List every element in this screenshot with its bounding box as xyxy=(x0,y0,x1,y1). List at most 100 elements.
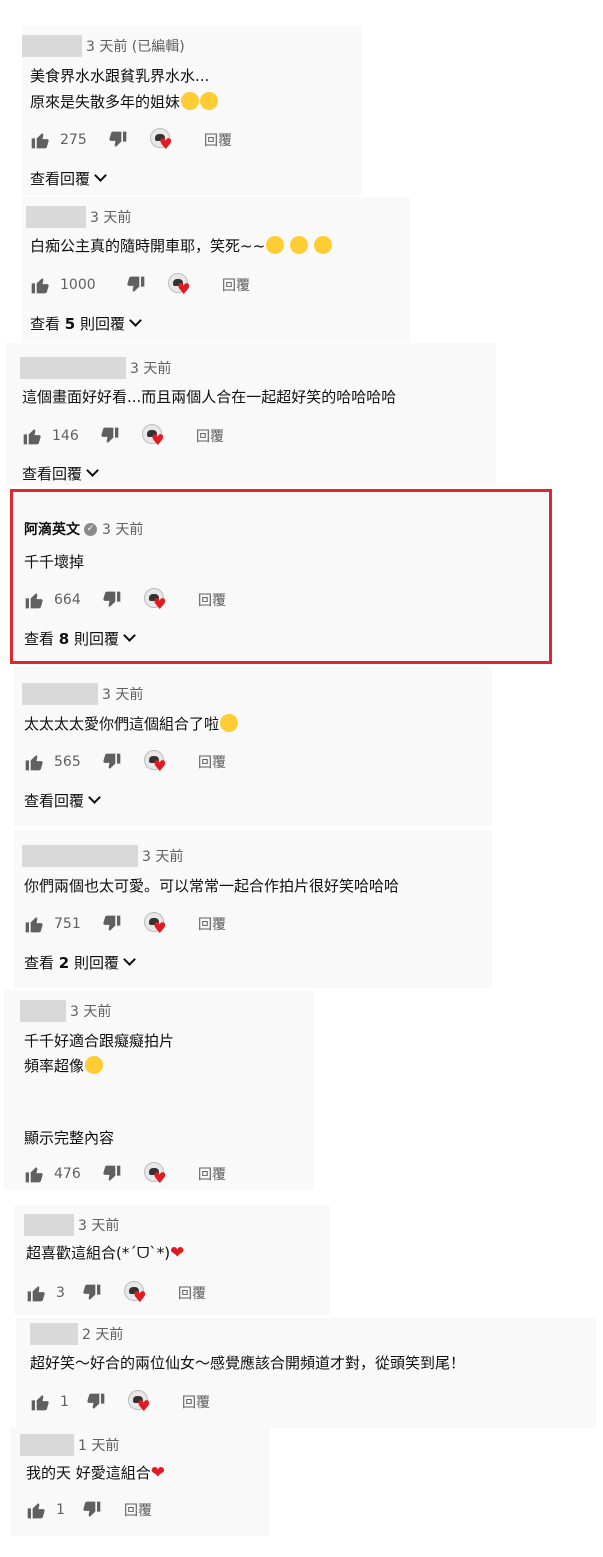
comment-text: 我的天 好愛這組合 xyxy=(26,1464,151,1482)
like-count: 1 xyxy=(60,1394,69,1410)
thumbs-up-icon[interactable] xyxy=(24,1164,44,1184)
thumbs-down-icon[interactable] xyxy=(82,1283,102,1303)
view-replies-button[interactable]: 查看回覆 xyxy=(30,168,107,189)
comment-actions: 275 ♥ 回覆 xyxy=(30,128,232,152)
creator-heart-icon: ♥ xyxy=(144,1162,170,1186)
show-more-button[interactable]: 顯示完整內容 xyxy=(24,1126,114,1150)
view-replies-label: 查看回覆 xyxy=(24,792,85,810)
thumbs-down-icon[interactable] xyxy=(100,426,120,446)
view-replies-button[interactable]: 查看 2 則回覆 xyxy=(24,952,136,973)
comment-time: 3 天前 xyxy=(102,687,144,703)
comment-text-line: 你們兩個也太可愛。可以常常一起合作拍片很好笑哈哈哈 xyxy=(24,877,400,895)
redacted-author[interactable] xyxy=(20,1000,66,1022)
reply-count: 5 xyxy=(64,314,76,333)
comment-time: 3 天前 (已編輯) xyxy=(86,39,185,55)
reply-button[interactable]: 回覆 xyxy=(198,914,226,934)
comment-text-line: 我的天 好愛這組合❤ xyxy=(26,1461,165,1485)
thumbs-up-icon[interactable] xyxy=(26,1500,46,1520)
thumbs-down-icon[interactable] xyxy=(102,914,122,934)
rolling-laughing-emoji-icon xyxy=(85,1056,104,1074)
thumbs-up-icon[interactable] xyxy=(26,1283,46,1303)
smiling-hearts-emoji-icon xyxy=(181,92,200,110)
comment-text-line: 美食界水水跟貧乳界水水... xyxy=(30,67,210,85)
thumbs-up-icon[interactable] xyxy=(30,275,50,295)
view-replies-button[interactable]: 查看 5 則回覆 xyxy=(30,313,142,334)
comment-text-line: 頻率超像 xyxy=(24,1054,104,1078)
creator-heart-icon: ♥ xyxy=(142,424,168,448)
comment-time: 3 天前 xyxy=(78,1218,120,1234)
thumbs-down-icon[interactable] xyxy=(102,752,122,772)
highlight-box xyxy=(10,489,552,664)
view-replies-prefix: 查看 xyxy=(24,954,55,972)
redacted-author[interactable] xyxy=(22,35,82,57)
view-replies-button[interactable]: 查看回覆 xyxy=(22,463,99,484)
comment-time: 3 天前 xyxy=(130,361,172,377)
comment-header: 3 天前 xyxy=(22,845,183,867)
thumbs-up-icon[interactable] xyxy=(30,130,50,150)
comment-text-line: 超喜歡這組合(*ˊᗜˋ*)❤ xyxy=(26,1241,184,1265)
reply-button[interactable]: 回覆 xyxy=(182,1392,210,1412)
reply-count: 2 xyxy=(58,953,70,972)
comment-header: 3 天前 xyxy=(26,206,131,228)
comment-actions: 3 ♥ 回覆 xyxy=(26,1281,206,1305)
creator-heart-icon: ♥ xyxy=(150,128,176,152)
redacted-author[interactable] xyxy=(20,1434,74,1456)
reply-button[interactable]: 回覆 xyxy=(204,130,232,150)
comment-text-line: 原來是失散多年的姐妹 xyxy=(30,90,219,114)
creator-heart-icon: ♥ xyxy=(168,273,194,297)
chevron-down-icon xyxy=(123,953,136,966)
creator-heart-icon: ♥ xyxy=(144,750,170,774)
thumbs-down-icon[interactable] xyxy=(86,1392,106,1412)
redacted-author[interactable] xyxy=(26,206,86,228)
thumbs-down-icon[interactable] xyxy=(108,130,128,150)
comment-text-line: 這個畫面好好看...而且兩個人合在一起超好笑的哈哈哈哈 xyxy=(22,388,397,406)
like-count: 1 xyxy=(56,1502,65,1518)
comment-text-line: 白痴公主真的隨時開車耶，笑死~~ xyxy=(30,234,332,258)
comment-text-line: 太太太太愛你們這個組合了啦 xyxy=(24,712,239,736)
redacted-author[interactable] xyxy=(22,683,98,705)
chevron-down-icon xyxy=(94,169,107,182)
tears-of-joy-emoji-icon xyxy=(200,92,219,110)
red-heart-icon: ❤ xyxy=(170,1243,185,1263)
thumbs-down-icon[interactable] xyxy=(126,275,146,295)
creator-heart-icon: ♥ xyxy=(124,1281,150,1305)
creator-heart-icon: ♥ xyxy=(144,912,170,936)
redacted-author[interactable] xyxy=(24,1214,74,1236)
comment-time: 3 天前 xyxy=(142,849,184,865)
comment-time: 3 天前 xyxy=(70,1004,112,1020)
reply-button[interactable]: 回覆 xyxy=(222,275,250,295)
comment-time: 3 天前 xyxy=(90,210,132,226)
reply-button[interactable]: 回覆 xyxy=(196,426,224,446)
reply-button[interactable]: 回覆 xyxy=(198,1164,226,1184)
comment-header: 3 天前 xyxy=(22,683,143,705)
view-replies-suffix: 則回覆 xyxy=(80,315,126,333)
thumbs-down-icon[interactable] xyxy=(82,1500,102,1520)
thumbs-up-icon[interactable] xyxy=(24,914,44,934)
grinning-squinting-emoji-icon xyxy=(266,236,285,254)
reply-button[interactable]: 回覆 xyxy=(198,752,226,772)
thumbs-up-icon[interactable] xyxy=(30,1392,50,1412)
view-replies-button[interactable]: 查看回覆 xyxy=(24,790,101,811)
comment-text: 白痴公主真的隨時開車耶，笑死~~ xyxy=(30,237,266,255)
view-replies-label: 查看回覆 xyxy=(22,465,83,483)
view-replies-suffix: 則回覆 xyxy=(74,954,120,972)
reply-button[interactable]: 回覆 xyxy=(178,1283,206,1303)
redacted-author[interactable] xyxy=(20,357,126,379)
comment-header: 3 天前 (已編輯) xyxy=(22,35,185,57)
redacted-author[interactable] xyxy=(30,1323,78,1345)
comment-actions: 1000 ♥ 回覆 xyxy=(30,273,250,297)
comment-actions: 146 ♥ 回覆 xyxy=(22,424,224,448)
comment-time: 2 天前 xyxy=(82,1327,124,1343)
comment-text: 超喜歡這組合(*ˊᗜˋ*) xyxy=(26,1244,171,1262)
thumbs-down-icon[interactable] xyxy=(102,1164,122,1184)
view-replies-prefix: 查看 xyxy=(30,315,61,333)
comment-text: 太太太太愛你們這個組合了啦 xyxy=(24,715,220,733)
comment-text-line: 千千好適合跟癡癡拍片 xyxy=(24,1032,175,1050)
reply-button[interactable]: 回覆 xyxy=(124,1500,152,1520)
comment-text: 原來是失散多年的姐妹 xyxy=(30,93,181,111)
grinning-squinting-emoji-icon xyxy=(313,236,332,254)
like-count: 565 xyxy=(54,754,81,770)
redacted-author[interactable] xyxy=(22,845,138,867)
thumbs-up-icon[interactable] xyxy=(24,752,44,772)
thumbs-up-icon[interactable] xyxy=(22,426,42,446)
